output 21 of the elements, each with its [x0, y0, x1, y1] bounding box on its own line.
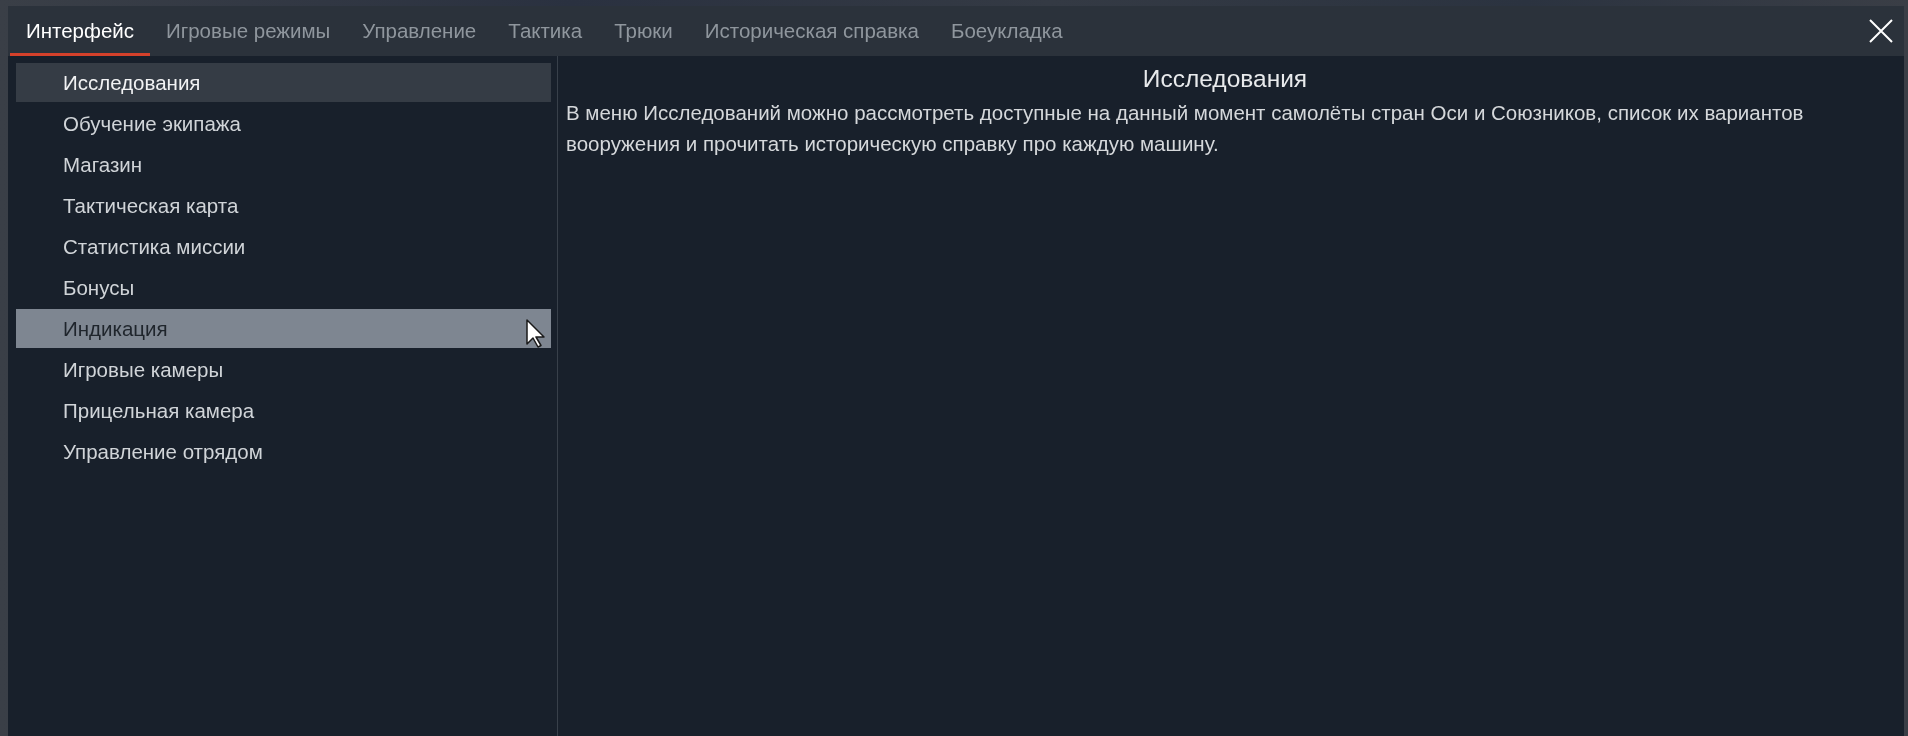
tab[interactable]: Историческая справка: [688, 6, 935, 56]
sidebar-item[interactable]: Обучение экипажа: [16, 104, 551, 143]
sidebar-item[interactable]: Прицельная камера: [16, 391, 551, 430]
tab[interactable]: Игровые режимы: [150, 6, 347, 56]
article-title: Исследования: [1142, 64, 1308, 94]
tab[interactable]: Трюки: [598, 6, 689, 56]
tab[interactable]: Интерфейс: [10, 6, 150, 56]
sidebar-item[interactable]: Управление отрядом: [16, 432, 551, 471]
tab[interactable]: Управление: [346, 6, 493, 56]
sidebar-item[interactable]: Индикация: [16, 309, 551, 348]
sidebar-item[interactable]: Магазин: [16, 145, 551, 184]
mouse-cursor-icon: [526, 319, 546, 348]
sidebar-item[interactable]: Бонусы: [16, 268, 551, 307]
tab[interactable]: Боеукладка: [934, 6, 1079, 56]
close-icon: [1869, 19, 1893, 43]
sidebar-item[interactable]: Тактическая карта: [16, 186, 551, 225]
tab[interactable]: Тактика: [492, 6, 599, 56]
sidebar-item[interactable]: Исследования: [16, 63, 551, 102]
sidebar-item[interactable]: Статистика миссии: [16, 227, 551, 266]
article-text: В меню Исследований можно рассмотреть доступные на данный момент самолёты стран Оси и Союзников, список их вариантов вооружения и прочитать историческую справку про каждую машину.: [566, 100, 1805, 157]
sidebar-item[interactable]: Игровые камеры: [16, 350, 551, 389]
